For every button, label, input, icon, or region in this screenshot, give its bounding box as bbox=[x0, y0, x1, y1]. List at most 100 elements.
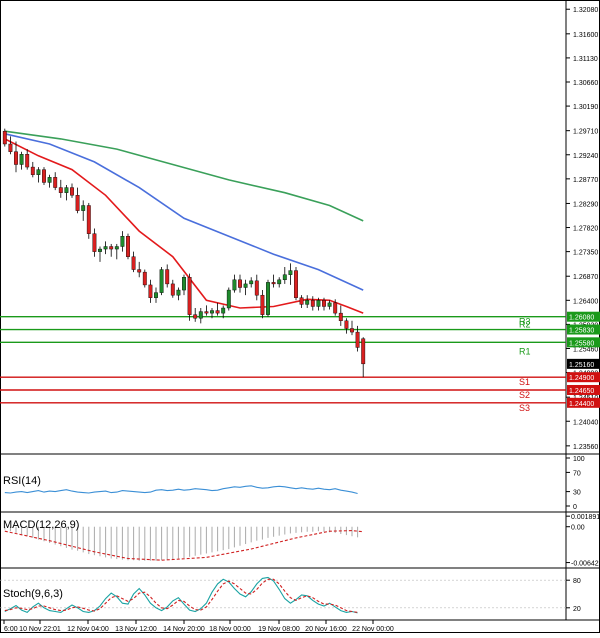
stoch-tick-label: 80 bbox=[573, 578, 581, 585]
rsi-tick-label: 0 bbox=[573, 504, 577, 511]
level-tag-text: 1.24650 bbox=[569, 388, 594, 395]
candle-body bbox=[327, 302, 332, 307]
candle-body bbox=[154, 292, 158, 298]
stoch-title: Stoch(9,6,3) bbox=[3, 588, 63, 600]
level-label-s1: S1 bbox=[519, 377, 530, 387]
time-tick-label: 6:00 bbox=[4, 626, 18, 633]
price-tick-label: 1.25460 bbox=[573, 346, 598, 353]
macd-tick-label: 0.00 bbox=[571, 525, 585, 532]
candle-body bbox=[114, 246, 119, 250]
candle-body bbox=[249, 280, 254, 285]
candle-body bbox=[176, 289, 181, 296]
candle-body bbox=[232, 279, 237, 291]
price-tick-label: 1.32080 bbox=[573, 7, 598, 14]
macd-title: MACD(12,26,9) bbox=[3, 519, 79, 531]
price-tick-label: 1.31130 bbox=[573, 56, 598, 63]
rsi-title: RSI(14) bbox=[3, 475, 41, 487]
price-tick-label: 1.24040 bbox=[573, 419, 598, 426]
candle-body bbox=[170, 283, 175, 296]
time-tick-label: 20 Nov 16:00 bbox=[305, 626, 347, 633]
price-tick-label: 1.28290 bbox=[573, 201, 598, 208]
time-tick-label: 19 Nov 08:00 bbox=[258, 626, 300, 633]
price-tick-label: 1.29710 bbox=[573, 129, 598, 136]
candle-body bbox=[361, 338, 366, 365]
candle-body bbox=[266, 282, 270, 315]
candle-body bbox=[260, 294, 265, 315]
macd-tick-label: 0.001891 bbox=[571, 514, 600, 521]
level-tag-text: 1.24400 bbox=[569, 401, 594, 408]
candle-body bbox=[238, 279, 242, 288]
candle-body bbox=[30, 166, 35, 175]
candle-body bbox=[137, 269, 142, 273]
candle-body bbox=[198, 311, 203, 319]
candle-body bbox=[322, 300, 326, 307]
candle-body bbox=[92, 233, 97, 252]
candle-body bbox=[350, 328, 354, 333]
candle-body bbox=[70, 187, 74, 196]
rsi-tick-label: 70 bbox=[573, 470, 581, 477]
candle-body bbox=[344, 320, 349, 329]
candle-body bbox=[53, 177, 58, 188]
candle-body bbox=[355, 331, 360, 348]
candle-body bbox=[305, 300, 310, 305]
candle-body bbox=[64, 187, 69, 193]
candle-body bbox=[333, 302, 338, 314]
time-tick-label: 14 Nov 20:00 bbox=[163, 626, 205, 633]
candle-body bbox=[126, 236, 130, 257]
candle-body bbox=[131, 256, 136, 270]
time-tick-label: 13 Nov 12:00 bbox=[115, 626, 157, 633]
candle-body bbox=[316, 300, 321, 307]
time-tick-label: 18 Nov 00:00 bbox=[209, 626, 251, 633]
candle-body bbox=[294, 270, 298, 298]
level-tag-text: 1.26080 bbox=[569, 315, 594, 322]
rsi-tick-label: 100 bbox=[573, 456, 585, 463]
last-price-text: 1.25160 bbox=[569, 362, 594, 369]
price-tick-label: 1.27350 bbox=[573, 250, 598, 257]
candle-body bbox=[299, 297, 304, 305]
candle-body bbox=[81, 205, 86, 211]
candle-body bbox=[288, 270, 293, 275]
candle-body bbox=[338, 312, 343, 322]
candle-body bbox=[58, 187, 63, 193]
candle-body bbox=[282, 274, 287, 281]
price-tick-label: 1.31600 bbox=[573, 32, 598, 39]
price-tick-label: 1.30660 bbox=[573, 80, 598, 87]
candle-body bbox=[25, 154, 30, 168]
rsi-tick-label: 30 bbox=[573, 490, 581, 497]
candle-body bbox=[165, 269, 170, 285]
price-tick-label: 1.28770 bbox=[573, 177, 598, 184]
candle-body bbox=[310, 300, 315, 307]
candle-body bbox=[14, 151, 18, 165]
stoch-tick-label: 20 bbox=[573, 606, 581, 613]
candle-body bbox=[226, 289, 231, 309]
price-tick-label: 1.27820 bbox=[573, 226, 598, 233]
level-label-s2: S2 bbox=[519, 390, 530, 400]
candle-body bbox=[142, 271, 147, 286]
candle-body bbox=[182, 277, 186, 291]
candle-body bbox=[254, 280, 259, 296]
candle-body bbox=[215, 310, 220, 314]
level-tag-text: 1.25830 bbox=[569, 328, 594, 335]
candle-body bbox=[221, 307, 226, 314]
price-tick-label: 1.26870 bbox=[573, 274, 598, 281]
candle-body bbox=[98, 248, 102, 252]
candle-body bbox=[86, 205, 91, 234]
candle-body bbox=[243, 283, 248, 288]
price-tick-label: 1.23560 bbox=[573, 444, 598, 451]
candle-body bbox=[103, 246, 108, 250]
candle-body bbox=[42, 169, 46, 183]
level-label-r1: R1 bbox=[519, 346, 531, 356]
candle-body bbox=[193, 314, 198, 319]
candle-body bbox=[148, 284, 153, 298]
macd-tick-label: -0.006422 bbox=[571, 561, 600, 568]
time-tick-label: 22 Nov 00:00 bbox=[352, 626, 394, 633]
level-tag-text: 1.25580 bbox=[569, 340, 594, 347]
candle-body bbox=[204, 311, 209, 314]
candle-body bbox=[210, 310, 214, 314]
candle-body bbox=[2, 130, 7, 145]
candle-body bbox=[159, 269, 164, 293]
candle-body bbox=[47, 177, 52, 183]
time-tick-label: 12 Nov 04:00 bbox=[67, 626, 109, 633]
candle-body bbox=[271, 282, 276, 285]
forex-chart-stage: 1.32080 1.31600 1.31130 1.30660 1.30190 1.297… bbox=[0, 0, 600, 633]
